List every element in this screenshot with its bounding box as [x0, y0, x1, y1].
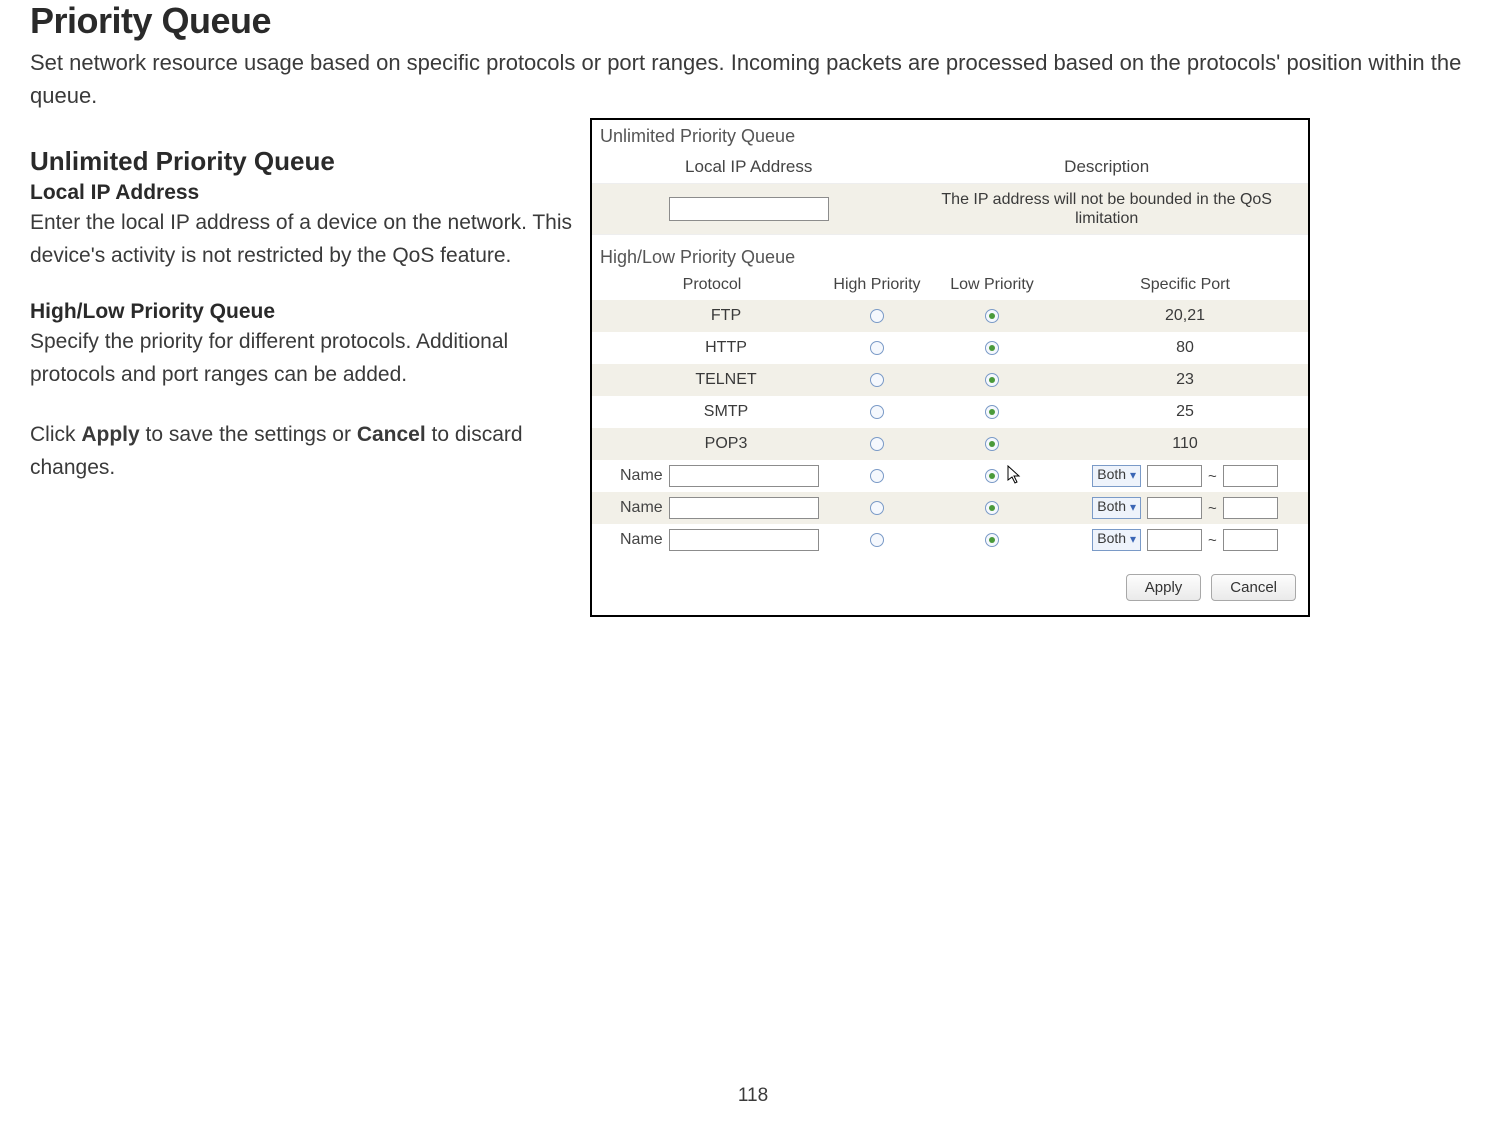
port-to-input[interactable] [1223, 497, 1278, 519]
table-row: Name Both ▾ ~ [592, 524, 1308, 556]
high-priority-radio[interactable] [870, 501, 884, 515]
protocol-name: FTP [620, 307, 832, 325]
tilde-separator: ~ [1208, 500, 1217, 517]
port-from-input[interactable] [1147, 465, 1202, 487]
low-priority-radio[interactable] [985, 309, 999, 323]
cancel-button[interactable]: Cancel [1211, 574, 1296, 601]
custom-name-input[interactable] [669, 465, 819, 487]
port-value: 25 [1062, 403, 1308, 421]
apply-text-mid: to save the settings or [140, 423, 357, 446]
field-local-ip-body: Enter the local IP address of a device o… [30, 207, 575, 272]
table-row: FTP 20,21 [592, 300, 1308, 332]
custom-name-label: Name [620, 467, 663, 485]
header-low-priority: Low Priority [922, 276, 1062, 294]
page-title: Priority Queue [30, 0, 1476, 42]
section-unlimited-title: Unlimited Priority Queue [30, 146, 575, 177]
unlimited-description-text: The IP address will not be bounded in th… [905, 184, 1308, 234]
protocol-name: TELNET [620, 371, 832, 389]
apply-bold-cancel: Cancel [357, 423, 426, 446]
unlimited-queue-heading: Unlimited Priority Queue [592, 120, 1308, 149]
protocol-name: SMTP [620, 403, 832, 421]
port-value: 20,21 [1062, 307, 1308, 325]
highlow-queue-heading: High/Low Priority Queue [592, 241, 1308, 270]
high-priority-radio[interactable] [870, 469, 884, 483]
custom-name-input[interactable] [669, 497, 819, 519]
port-type-select[interactable]: Both ▾ [1092, 465, 1141, 487]
low-priority-radio[interactable] [985, 405, 999, 419]
high-priority-radio[interactable] [870, 341, 884, 355]
settings-panel: Unlimited Priority Queue Local IP Addres… [590, 118, 1310, 617]
tilde-separator: ~ [1208, 532, 1217, 549]
section-highlow-body: Specify the priority for different proto… [30, 326, 575, 391]
apply-text-pre: Click [30, 423, 81, 446]
custom-name-input[interactable] [669, 529, 819, 551]
table-row: Name Both ▾ ~ [592, 492, 1308, 524]
custom-name-label: Name [620, 531, 663, 549]
port-from-input[interactable] [1147, 497, 1202, 519]
port-type-value: Both [1097, 498, 1126, 514]
header-high-priority: High Priority [832, 276, 922, 294]
table-row: SMTP 25 [592, 396, 1308, 428]
low-priority-radio[interactable] [985, 437, 999, 451]
intro-text: Set network resource usage based on spec… [30, 46, 1476, 112]
port-from-input[interactable] [1147, 529, 1202, 551]
table-row: POP3 110 [592, 428, 1308, 460]
port-value: 110 [1062, 435, 1308, 453]
port-type-value: Both [1097, 466, 1126, 482]
high-priority-radio[interactable] [870, 533, 884, 547]
apply-button[interactable]: Apply [1126, 574, 1202, 601]
header-local-ip: Local IP Address [592, 149, 905, 183]
low-priority-radio[interactable] [985, 533, 999, 547]
high-priority-radio[interactable] [870, 405, 884, 419]
table-row: Name [592, 460, 1308, 492]
low-priority-radio[interactable] [985, 501, 999, 515]
header-protocol: Protocol [592, 276, 832, 294]
local-ip-input[interactable] [669, 197, 829, 221]
protocol-name: HTTP [620, 339, 832, 357]
port-value: 80 [1062, 339, 1308, 357]
page-number: 118 [0, 1085, 1506, 1107]
apply-bold-apply: Apply [81, 423, 139, 446]
chevron-down-icon: ▾ [1130, 500, 1136, 514]
chevron-down-icon: ▾ [1130, 468, 1136, 482]
cursor-icon [1007, 465, 1023, 485]
apply-paragraph: Click Apply to save the settings or Canc… [30, 419, 575, 484]
high-priority-radio[interactable] [870, 437, 884, 451]
low-priority-radio[interactable] [985, 469, 999, 483]
low-priority-radio[interactable] [985, 341, 999, 355]
port-to-input[interactable] [1223, 465, 1278, 487]
high-priority-radio[interactable] [870, 309, 884, 323]
left-column: Unlimited Priority Queue Local IP Addres… [30, 118, 590, 617]
port-type-value: Both [1097, 530, 1126, 546]
port-to-input[interactable] [1223, 529, 1278, 551]
tilde-separator: ~ [1208, 468, 1217, 485]
table-row: HTTP 80 [592, 332, 1308, 364]
low-priority-radio[interactable] [985, 373, 999, 387]
header-specific-port: Specific Port [1062, 276, 1308, 294]
port-value: 23 [1062, 371, 1308, 389]
high-priority-radio[interactable] [870, 373, 884, 387]
header-description: Description [905, 149, 1308, 183]
field-local-ip-title: Local IP Address [30, 181, 575, 205]
protocol-name: POP3 [620, 435, 832, 453]
chevron-down-icon: ▾ [1130, 532, 1136, 546]
custom-name-label: Name [620, 499, 663, 517]
table-row: TELNET 23 [592, 364, 1308, 396]
section-highlow-title: High/Low Priority Queue [30, 300, 575, 324]
port-type-select[interactable]: Both ▾ [1092, 497, 1141, 519]
port-type-select[interactable]: Both ▾ [1092, 529, 1141, 551]
